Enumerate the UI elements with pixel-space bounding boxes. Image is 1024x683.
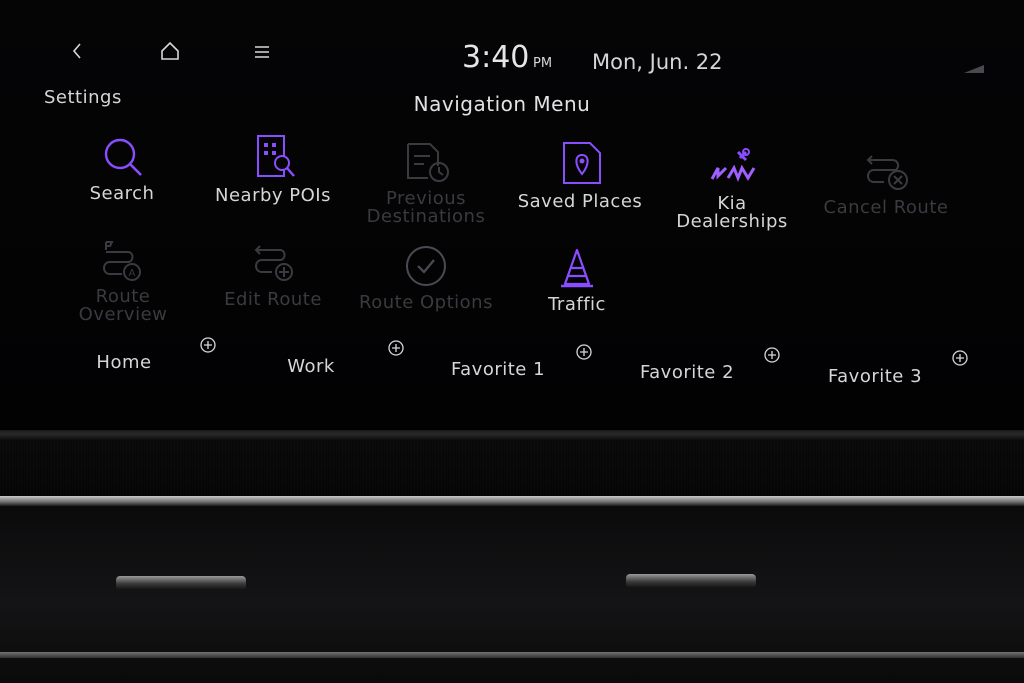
clock-ampm: PM xyxy=(533,56,553,71)
menu-item-cancel-route: Cancel Route xyxy=(823,197,949,218)
menu-item-kia-dealerships-line2[interactable]: Dealerships xyxy=(676,211,788,232)
clock-time: 3:40 xyxy=(462,40,530,75)
menu-item-traffic[interactable]: Traffic xyxy=(548,294,606,315)
kia-dealership-icon[interactable] xyxy=(708,146,762,188)
menu-item-search[interactable]: Search xyxy=(90,183,155,204)
add-favorite-2-icon[interactable] xyxy=(764,347,780,363)
chrome-trim xyxy=(0,496,1024,506)
traffic-cone-icon[interactable] xyxy=(557,246,597,294)
add-home-icon[interactable] xyxy=(200,337,216,353)
lower-chrome-trim xyxy=(0,652,1024,658)
add-work-icon[interactable] xyxy=(388,340,404,356)
menu-item-nearby-pois[interactable]: Nearby POIs xyxy=(215,185,331,206)
right-vent-tab[interactable] xyxy=(626,574,756,588)
menu-item-previous-destinations-line2: Destinations xyxy=(366,206,486,227)
saved-places-icon[interactable] xyxy=(560,140,604,190)
route-overview-icon: A xyxy=(100,238,148,288)
home-icon[interactable] xyxy=(159,40,181,66)
settings-button[interactable]: Settings xyxy=(44,87,122,108)
dash-fabric-trim xyxy=(0,440,1024,502)
menu-item-saved-places[interactable]: Saved Places xyxy=(518,191,643,212)
menu-icon[interactable] xyxy=(252,42,272,66)
add-favorite-3-icon[interactable] xyxy=(952,350,968,366)
page-title: Navigation Menu xyxy=(413,92,591,116)
edit-route-icon xyxy=(250,240,300,288)
previous-destinations-icon xyxy=(404,140,452,188)
menu-item-edit-route: Edit Route xyxy=(224,289,322,310)
signal-icon xyxy=(962,60,986,79)
search-icon[interactable] xyxy=(101,135,145,183)
shortcut-home[interactable]: Home xyxy=(96,352,151,373)
screen-bezel xyxy=(0,430,1024,440)
shortcut-favorite-1[interactable]: Favorite 1 xyxy=(451,359,545,380)
shortcut-work[interactable]: Work xyxy=(287,356,335,377)
menu-item-route-options: Route Options xyxy=(359,292,493,313)
nearby-pois-icon[interactable] xyxy=(254,133,298,185)
shortcut-favorite-3[interactable]: Favorite 3 xyxy=(828,366,922,387)
route-options-icon xyxy=(403,243,449,293)
svg-text:A: A xyxy=(129,268,136,279)
menu-item-route-overview-line2: Overview xyxy=(78,304,168,325)
back-icon[interactable] xyxy=(70,40,84,66)
cancel-route-icon xyxy=(864,150,914,196)
shortcut-favorite-2[interactable]: Favorite 2 xyxy=(640,362,734,383)
add-favorite-1-icon[interactable] xyxy=(576,344,592,360)
date-display: Mon, Jun. 22 xyxy=(592,50,723,74)
left-vent-tab[interactable] xyxy=(116,576,246,590)
